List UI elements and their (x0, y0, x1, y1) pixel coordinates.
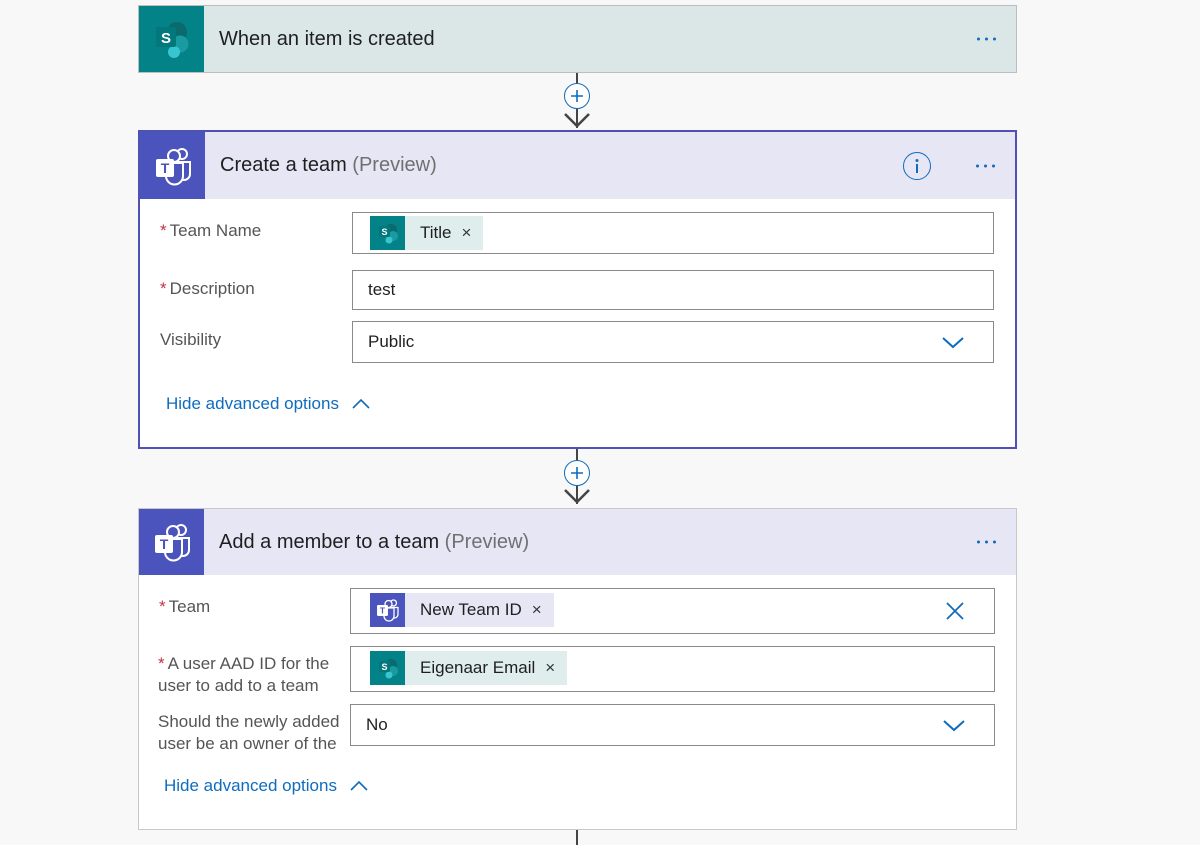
create-team-card[interactable]: T Create a team (Preview) * Team Name S T… (138, 130, 1017, 449)
trigger-title: When an item is created (219, 27, 435, 50)
arrow-down-icon (564, 489, 590, 504)
is-owner-label-line1: Should the newly added (158, 712, 340, 731)
required-mark: * (160, 221, 167, 240)
insert-step-button[interactable] (564, 83, 590, 109)
preview-badge: (Preview) (444, 530, 530, 553)
add-member-title: Add a member to a team (Preview) (219, 531, 529, 554)
dynamic-content-token[interactable]: T New Team ID × (370, 593, 554, 627)
teams-icon: T (370, 593, 405, 627)
chevron-up-icon (350, 780, 368, 791)
required-mark: * (159, 597, 166, 616)
hide-advanced-options-link[interactable]: Hide advanced options (166, 394, 371, 414)
arrow-down-icon (564, 113, 590, 128)
teams-icon: T (140, 132, 205, 199)
hide-advanced-options-text: Hide advanced options (164, 776, 337, 795)
create-team-title: Create a team (Preview) (220, 154, 437, 177)
chevron-down-icon[interactable] (942, 717, 966, 733)
visibility-label-text: Visibility (160, 330, 222, 349)
is-owner-label-line2: user be an owner of the (158, 734, 337, 753)
trigger-header[interactable]: S When an item is created (139, 6, 1016, 72)
token-label: Title (420, 223, 452, 242)
dynamic-content-token[interactable]: S Title × (370, 216, 484, 250)
description-label: * Description (160, 278, 255, 300)
remove-token-button[interactable]: × (545, 658, 555, 678)
clear-field-icon[interactable] (945, 601, 965, 621)
add-member-more-menu-button[interactable] (975, 535, 998, 550)
team-name-label-text: Team Name (169, 221, 262, 240)
plus-icon (571, 467, 583, 479)
remove-token-button[interactable]: × (532, 600, 542, 620)
hide-advanced-options-link[interactable]: Hide advanced options (164, 776, 369, 796)
add-member-title-text: Add a member to a team (219, 530, 440, 553)
team-name-label: * Team Name (160, 220, 261, 242)
sharepoint-icon: S (370, 651, 405, 685)
team-field[interactable]: T New Team ID × (350, 588, 995, 634)
sharepoint-icon: S (370, 216, 405, 250)
user-aad-id-label-line2: user to add to a team (158, 676, 319, 695)
description-label-text: Description (169, 279, 255, 298)
chevron-down-icon[interactable] (941, 334, 965, 350)
add-member-header[interactable]: T Add a member to a team (Preview) (139, 509, 1016, 575)
visibility-label: Visibility (160, 329, 221, 351)
visibility-value: Public (368, 332, 415, 351)
info-icon (915, 159, 919, 173)
hide-advanced-options-text: Hide advanced options (166, 394, 339, 413)
token-label: New Team ID (420, 600, 522, 619)
visibility-dropdown[interactable]: Public (352, 321, 994, 363)
svg-text:S: S (160, 30, 170, 47)
create-team-title-text: Create a team (220, 154, 347, 176)
create-team-more-menu-button[interactable] (974, 158, 997, 173)
dynamic-content-token[interactable]: S Eigenaar Email × (370, 651, 568, 685)
svg-text:T: T (379, 606, 385, 616)
user-aad-id-label: * A user AAD ID for the user to add to a … (158, 653, 329, 697)
preview-badge: (Preview) (352, 154, 437, 176)
required-mark: * (158, 654, 165, 673)
remove-token-button[interactable]: × (462, 223, 472, 243)
svg-text:S: S (381, 227, 387, 237)
teams-icon: T (139, 509, 204, 575)
insert-step-button[interactable] (564, 460, 590, 486)
is-owner-dropdown[interactable]: No (350, 704, 995, 746)
info-button[interactable] (903, 152, 931, 180)
is-owner-value: No (366, 715, 388, 734)
team-name-field[interactable]: S Title × (352, 212, 994, 254)
description-value: test (368, 280, 396, 299)
chevron-up-icon (352, 398, 370, 409)
sharepoint-icon: S (139, 6, 204, 72)
team-label-text: Team (168, 597, 211, 616)
connector-line (576, 830, 578, 845)
user-aad-id-label-line1: A user AAD ID for the (167, 654, 330, 673)
token-label: Eigenaar Email (420, 658, 536, 677)
svg-text:T: T (159, 536, 168, 552)
svg-text:T: T (160, 160, 169, 176)
trigger-card[interactable]: S When an item is created (138, 5, 1017, 73)
required-mark: * (160, 279, 167, 298)
plus-icon (571, 90, 583, 102)
is-owner-label: Should the newly added user be an owner … (158, 711, 339, 755)
trigger-more-menu-button[interactable] (975, 32, 998, 47)
create-team-header[interactable]: T Create a team (Preview) (140, 132, 1015, 199)
user-aad-id-field[interactable]: S Eigenaar Email × (350, 646, 995, 692)
svg-text:S: S (381, 662, 387, 672)
team-label: * Team (159, 596, 210, 618)
description-input[interactable]: test (352, 270, 994, 310)
add-member-card[interactable]: T Add a member to a team (Preview) * Team… (138, 508, 1017, 830)
